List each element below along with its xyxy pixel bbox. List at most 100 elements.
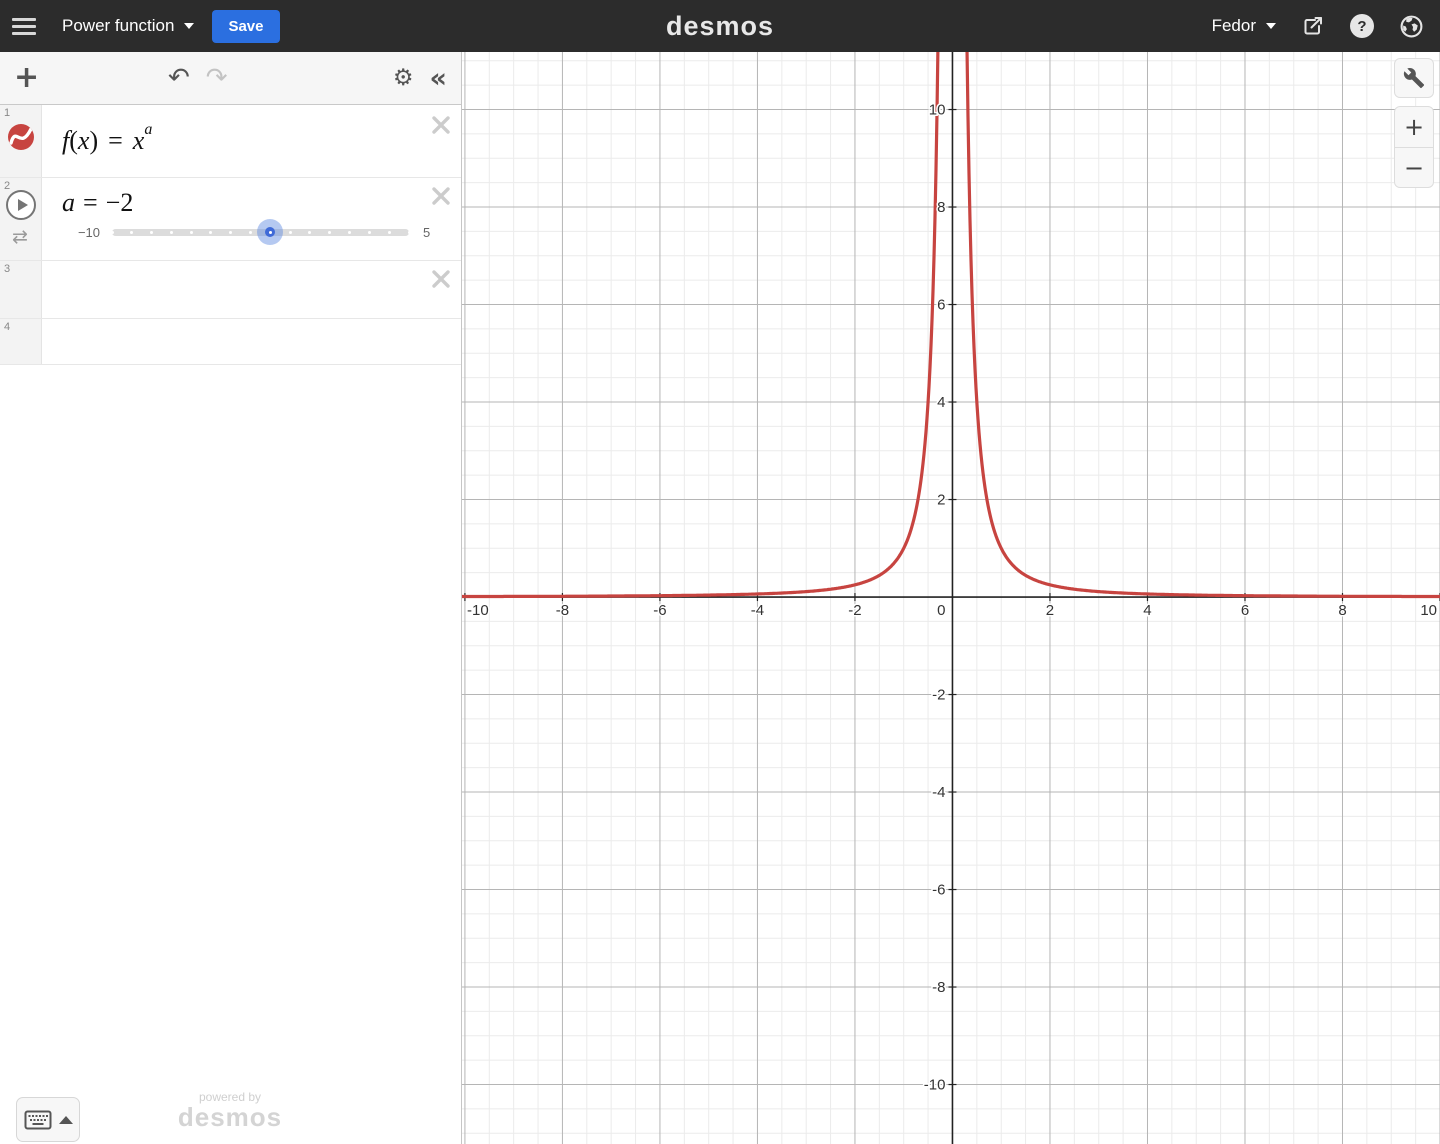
axis-tick-label: 4 [1143, 602, 1151, 619]
axis-tick-label: -8 [556, 602, 569, 619]
expression-gutter: 2 ⇄ [0, 178, 42, 260]
slider-tick [289, 231, 292, 234]
expression-input-2[interactable]: a = −2 [62, 188, 449, 218]
axis-tick-label: -4 [751, 602, 764, 619]
graph-area: -10-8-6-4-2246810-10-8-6-4-22468100 + − [462, 52, 1440, 1144]
graph-settings-wrench-icon[interactable] [1394, 58, 1434, 98]
axis-tick-label: -4 [932, 784, 945, 801]
zoom-in-button[interactable]: + [1395, 107, 1433, 147]
axis-tick-label: -2 [932, 687, 945, 704]
expression-input-4[interactable] [42, 319, 461, 364]
slider-tick [229, 231, 232, 234]
slider-row: −10 5 [62, 225, 449, 240]
slider-tick [209, 231, 212, 234]
axis-tick-label: 10 [1420, 602, 1437, 619]
axis-tick-label: 8 [937, 199, 945, 216]
collapse-panel-button[interactable]: « [430, 63, 447, 94]
slider-track[interactable] [112, 229, 409, 236]
slider-tick [388, 231, 391, 234]
math-fname: f [62, 126, 69, 156]
axis-tick-label: 2 [1046, 602, 1054, 619]
watermark-line2: desmos [145, 1104, 315, 1130]
expression-row-4: 4 [0, 319, 461, 365]
watermark-line1: powered by [145, 1090, 315, 1104]
slider-max-label[interactable]: 5 [423, 225, 449, 240]
axis-tick-label: 2 [937, 492, 945, 509]
function-color-icon[interactable] [7, 123, 35, 156]
axis-tick-label: 8 [1338, 602, 1346, 619]
expression-gutter: 1 [0, 105, 42, 177]
user-name-label: Fedor [1212, 16, 1256, 36]
delete-expression-icon[interactable] [431, 269, 451, 294]
axis-tick-label: -10 [924, 1077, 946, 1094]
math-lparen: ( [69, 126, 78, 156]
expression-input-1[interactable]: f(x)=xa [42, 105, 461, 177]
row-number: 4 [4, 321, 10, 333]
expressions-toolbar: + ↶ ↷ ⚙ « [0, 52, 461, 105]
redo-button[interactable]: ↷ [206, 63, 228, 93]
slider-tick [348, 231, 351, 234]
slider-tick [111, 231, 114, 234]
hamburger-menu-icon[interactable] [12, 9, 46, 43]
math-lhs: a [62, 188, 75, 217]
zoom-out-button[interactable]: − [1395, 147, 1433, 187]
undo-button[interactable]: ↶ [168, 63, 190, 93]
math-value: −2 [106, 188, 134, 217]
axis-tick-label: -6 [932, 882, 945, 899]
keyboard-expand-icon [59, 1116, 73, 1124]
show-keyboard-button[interactable] [16, 1097, 80, 1142]
keyboard-icon [24, 1110, 52, 1130]
axis-tick-label: -10 [467, 602, 489, 619]
expression-gutter: 3 [0, 261, 42, 318]
slider-tick [408, 231, 411, 234]
help-icon[interactable]: ? [1350, 14, 1374, 38]
slider-tick [328, 231, 331, 234]
chevron-down-icon[interactable] [184, 23, 194, 29]
row-number: 1 [4, 107, 10, 119]
row-number: 2 [4, 180, 10, 192]
math-equals: = [83, 188, 98, 217]
axis-tick-label: -6 [653, 602, 666, 619]
share-icon[interactable] [1300, 13, 1326, 39]
math-rparen: ) [89, 126, 98, 156]
expression-row-1: 1 f(x)=xa [0, 105, 461, 178]
axis-tick-label: -8 [932, 979, 945, 996]
slider-tick [190, 231, 193, 234]
delete-expression-icon[interactable] [431, 115, 451, 140]
slider-tick [130, 231, 133, 234]
expression-row-3: 3 [0, 261, 461, 319]
expression-input-3[interactable] [42, 261, 461, 318]
powered-by-watermark: powered by desmos [145, 1090, 315, 1130]
slider-tick [269, 231, 272, 234]
chevron-down-icon [1266, 23, 1276, 29]
play-slider-button[interactable] [6, 190, 36, 220]
slider-min-label[interactable]: −10 [62, 225, 100, 240]
add-expression-button[interactable]: + [14, 63, 39, 93]
zoom-controls: + − [1394, 106, 1434, 188]
expression-row-2: 2 ⇄ a = −2 −10 5 [0, 178, 461, 261]
expressions-panel: + ↶ ↷ ⚙ « 1 [0, 52, 462, 1144]
math-variable: x [78, 126, 90, 156]
axis-tick-label: 4 [937, 394, 945, 411]
top-bar: Power function Save desmos Fedor ? [0, 0, 1440, 52]
slider-tick [170, 231, 173, 234]
user-account-dropdown[interactable]: Fedor [1212, 16, 1276, 36]
axis-tick-label: 6 [1241, 602, 1249, 619]
graph-title-dropdown[interactable]: Power function [62, 16, 174, 36]
axis-tick-label: 10 [929, 102, 946, 119]
slider-tick [150, 231, 153, 234]
delete-expression-icon[interactable] [431, 186, 451, 211]
expression-gutter: 4 [0, 319, 42, 364]
math-equals: = [108, 126, 123, 156]
slider-tick [368, 231, 371, 234]
slider-tick [249, 231, 252, 234]
save-button[interactable]: Save [212, 10, 279, 43]
math-base: x [133, 126, 145, 156]
loop-mode-icon[interactable]: ⇄ [12, 226, 28, 248]
graph-canvas[interactable]: -10-8-6-4-2246810-10-8-6-4-22468100 [462, 52, 1440, 1144]
language-globe-icon[interactable] [1398, 13, 1424, 39]
axis-tick-label: -2 [848, 602, 861, 619]
math-exponent: a [144, 121, 152, 139]
axis-tick-label: 6 [937, 297, 945, 314]
settings-gear-icon[interactable]: ⚙ [393, 65, 414, 91]
